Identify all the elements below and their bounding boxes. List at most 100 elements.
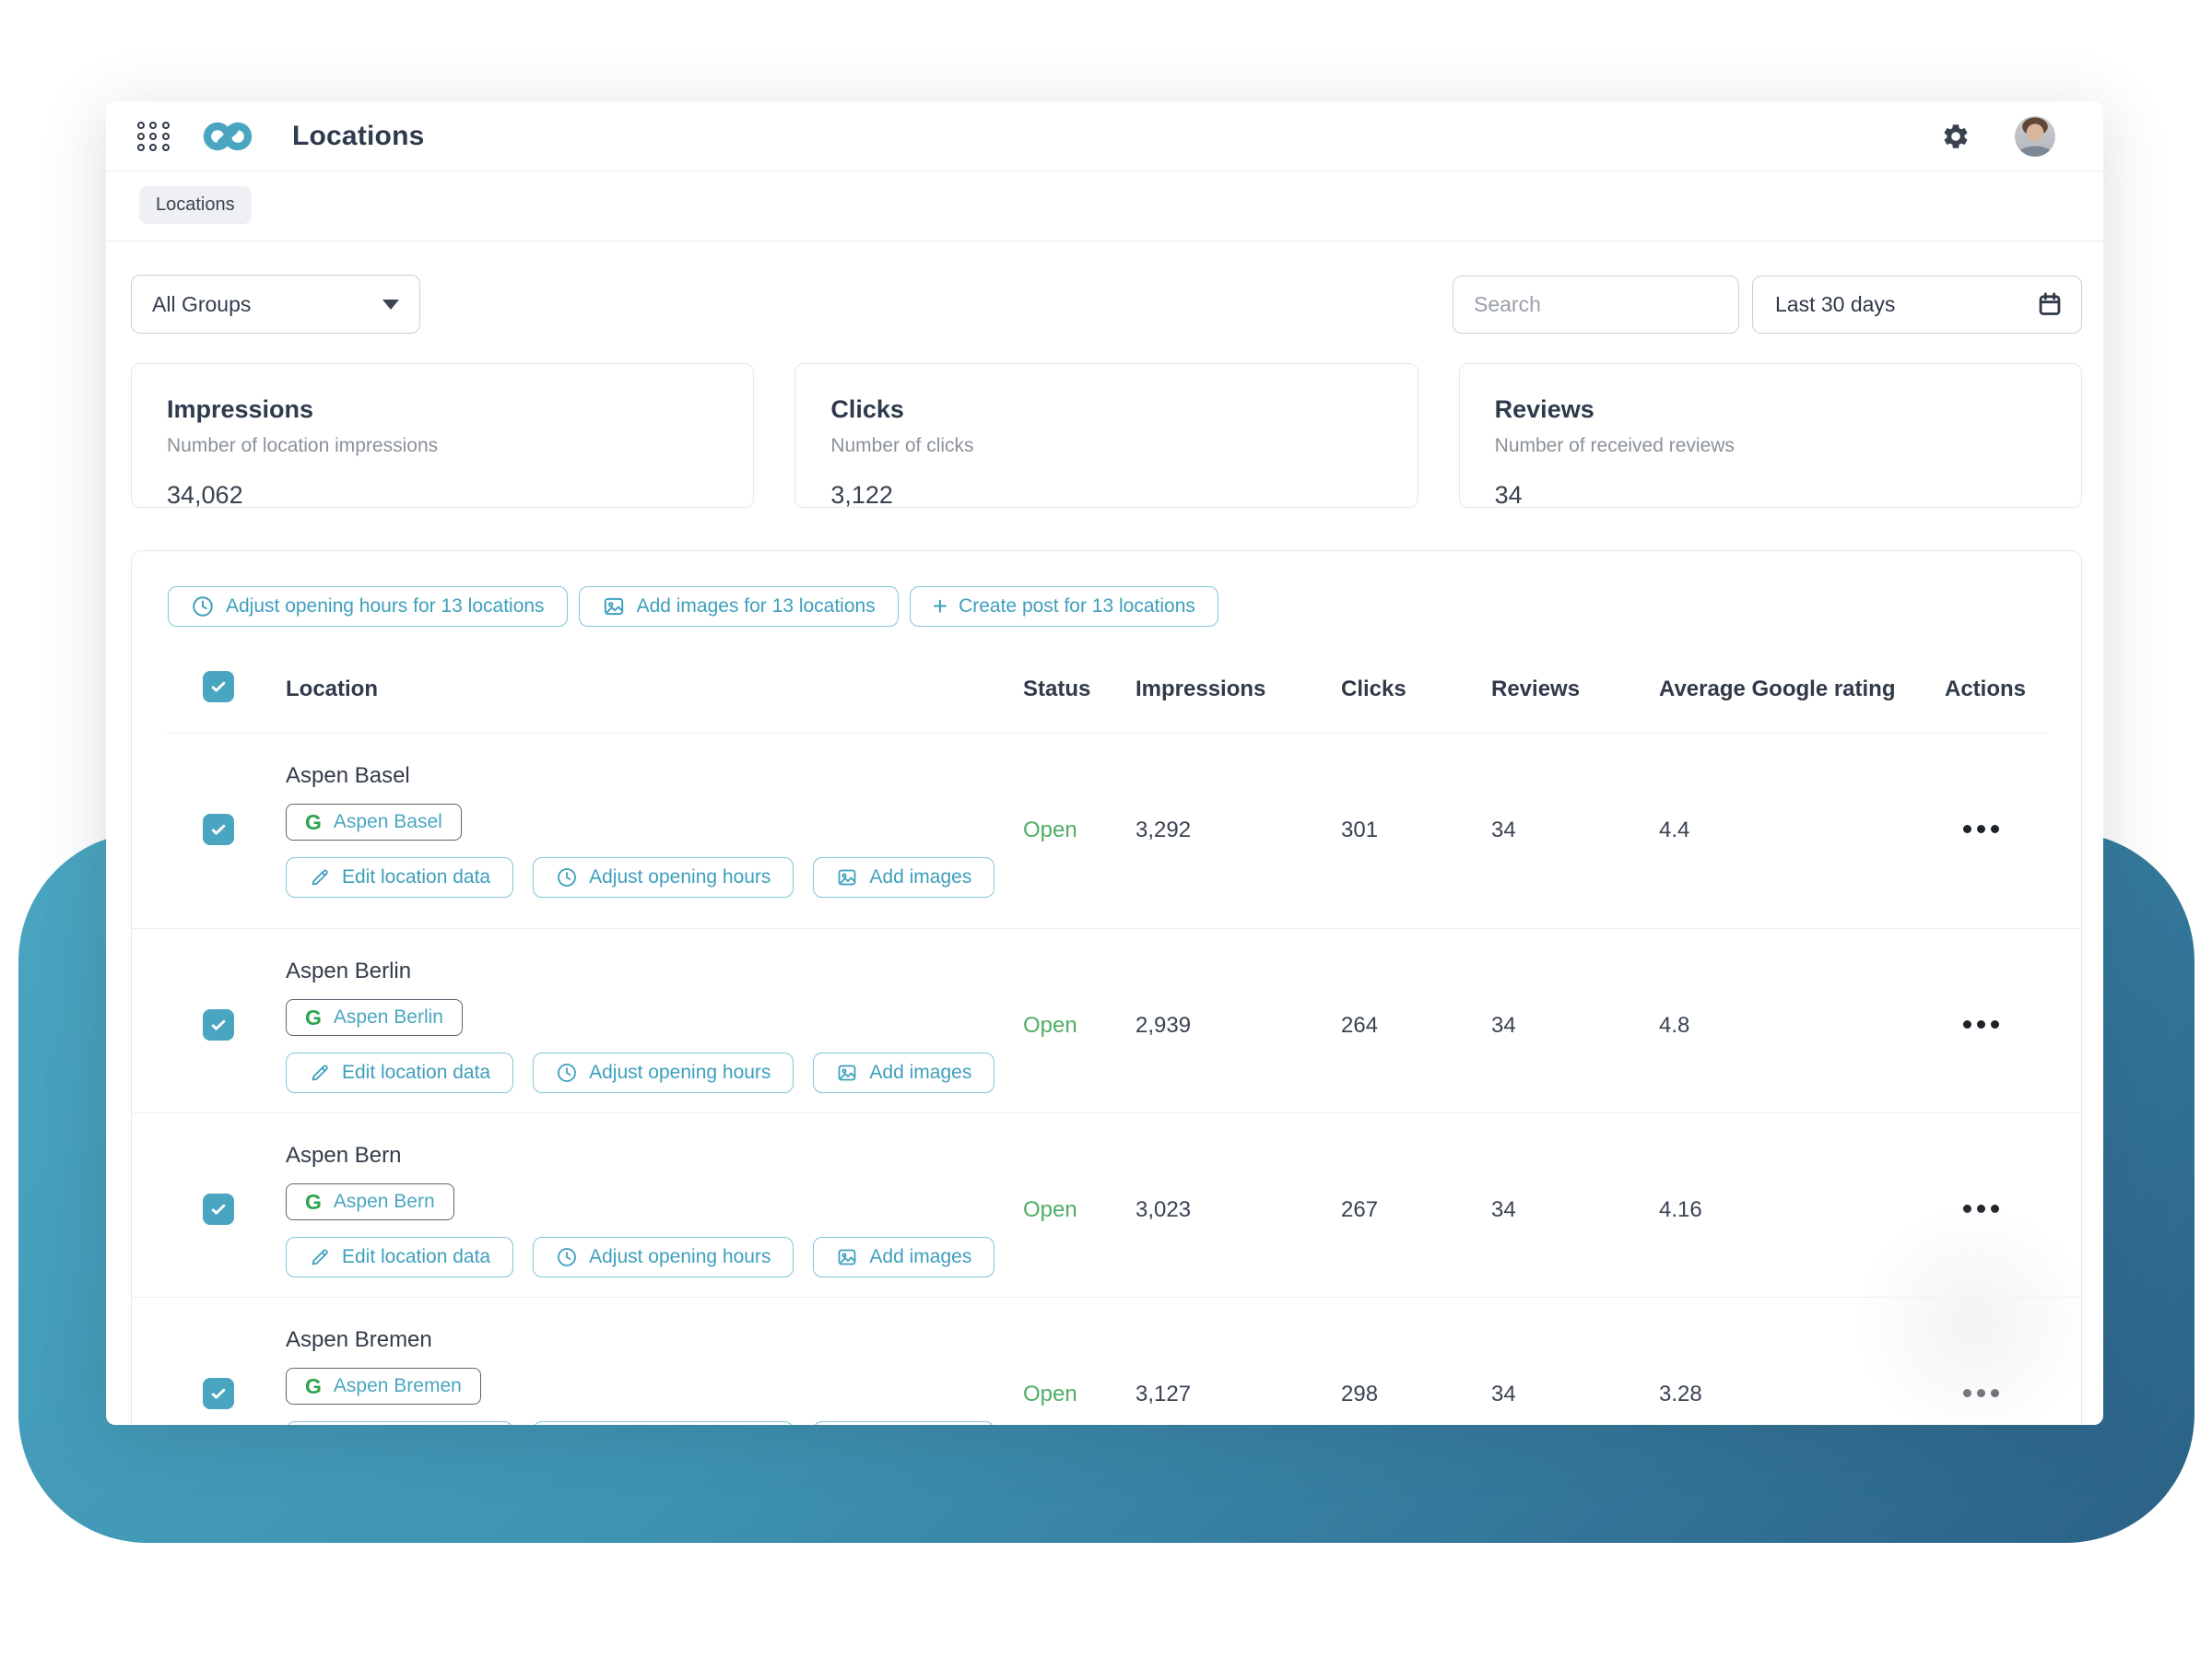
status-badge: Open: [1023, 1197, 1077, 1223]
add-images-button[interactable]: Add images: [813, 857, 994, 898]
clicks-value: 298: [1341, 1382, 1378, 1407]
column-header-clicks: Clicks: [1341, 677, 1406, 702]
add-images-button[interactable]: Add images: [813, 1237, 994, 1277]
stat-cards: Impressions Number of location impressio…: [106, 334, 2103, 508]
google-profile-badge[interactable]: G Aspen Bremen: [286, 1368, 481, 1405]
edit-location-button[interactable]: Edit location data: [286, 857, 513, 898]
settings-gear-icon[interactable]: [1941, 122, 1971, 151]
row-button-label: Edit location data: [342, 1062, 490, 1084]
status-badge: Open: [1023, 818, 1077, 843]
add-images-button[interactable]: Add images: [813, 1421, 994, 1425]
adjust-hours-button[interactable]: Adjust opening hours: [533, 1237, 794, 1277]
google-badge-label: Aspen Berlin: [334, 1006, 443, 1029]
google-profile-badge[interactable]: G Aspen Bern: [286, 1183, 454, 1220]
date-range-value: Last 30 days: [1775, 292, 2037, 317]
stat-subtitle: Number of clicks: [830, 435, 1382, 457]
adjust-hours-button[interactable]: Adjust opening hours: [533, 1421, 794, 1425]
rating-value: 3.28: [1659, 1382, 1702, 1407]
select-all-checkbox[interactable]: [203, 671, 234, 702]
bulk-adjust-hours-button[interactable]: Adjust opening hours for 13 locations: [168, 586, 568, 627]
stat-value: 34: [1495, 481, 2046, 510]
bulk-add-images-button[interactable]: Add images for 13 locations: [579, 586, 899, 627]
pencil-icon: [309, 1246, 331, 1268]
plus-icon: +: [933, 597, 947, 616]
top-bar: Locations: [106, 101, 2103, 171]
adjust-hours-button[interactable]: Adjust opening hours: [533, 1053, 794, 1093]
stat-card-clicks: Clicks Number of clicks 3,122: [794, 363, 1418, 508]
edit-location-button[interactable]: Edit location data: [286, 1237, 513, 1277]
location-name: Aspen Basel: [286, 763, 994, 789]
google-profile-badge[interactable]: G Aspen Berlin: [286, 999, 463, 1036]
column-header-reviews: Reviews: [1491, 677, 1580, 702]
bulk-button-label: Add images for 13 locations: [637, 595, 876, 618]
impressions-value: 2,939: [1135, 1013, 1191, 1039]
edit-location-button[interactable]: Edit location data: [286, 1053, 513, 1093]
bulk-create-post-button[interactable]: + Create post for 13 locations: [910, 586, 1218, 627]
date-range-picker[interactable]: Last 30 days: [1752, 276, 2082, 334]
bulk-button-label: Create post for 13 locations: [959, 595, 1195, 618]
status-badge: Open: [1023, 1382, 1077, 1407]
row-menu-icon[interactable]: [1963, 1020, 1999, 1029]
rating-value: 4.4: [1659, 818, 1689, 843]
rating-value: 4.8: [1659, 1013, 1689, 1039]
row-checkbox[interactable]: [203, 1378, 234, 1409]
row-menu-icon[interactable]: [1963, 1205, 1999, 1213]
stat-card-impressions: Impressions Number of location impressio…: [131, 363, 754, 508]
pencil-icon: [309, 866, 331, 888]
reviews-value: 34: [1491, 1013, 1516, 1039]
row-button-label: Add images: [869, 1062, 971, 1084]
row-button-label: Edit location data: [342, 866, 490, 888]
row-checkbox[interactable]: [203, 814, 234, 845]
google-profile-badge[interactable]: G Aspen Basel: [286, 804, 462, 841]
bulk-button-label: Adjust opening hours for 13 locations: [226, 595, 545, 618]
row-button-label: Edit location data: [342, 1246, 490, 1268]
image-icon: [836, 1246, 858, 1268]
group-selector-value: All Groups: [152, 292, 382, 317]
reviews-value: 34: [1491, 818, 1516, 843]
app-window: Locations Locations All Groups Last 30 d…: [106, 101, 2103, 1425]
table-row: Aspen Bern G Aspen Bern Edit location da…: [132, 1113, 2081, 1298]
edit-location-button[interactable]: Edit location data: [286, 1421, 513, 1425]
adjust-hours-button[interactable]: Adjust opening hours: [533, 857, 794, 898]
stat-subtitle: Number of received reviews: [1495, 435, 2046, 457]
google-badge-label: Aspen Bern: [334, 1191, 435, 1213]
search-input[interactable]: [1453, 276, 1739, 334]
row-button-label: Adjust opening hours: [589, 1246, 771, 1268]
table-header: Location Status Impressions Clicks Revie…: [132, 645, 2081, 734]
table-row: Aspen Berlin G Aspen Berlin Edit locatio…: [132, 929, 2081, 1113]
group-selector[interactable]: All Groups: [131, 275, 420, 334]
column-header-actions: Actions: [1945, 677, 2026, 702]
breadcrumb-item-locations[interactable]: Locations: [139, 186, 252, 224]
location-name: Aspen Bern: [286, 1143, 994, 1169]
impressions-value: 3,292: [1135, 818, 1191, 843]
row-button-label: Add images: [869, 866, 971, 888]
clicks-value: 267: [1341, 1197, 1378, 1223]
rating-value: 4.16: [1659, 1197, 1702, 1223]
row-checkbox[interactable]: [203, 1009, 234, 1041]
add-images-button[interactable]: Add images: [813, 1053, 994, 1093]
locations-table-card: Adjust opening hours for 13 locations Ad…: [131, 550, 2082, 1425]
google-badge-label: Aspen Basel: [334, 811, 442, 833]
location-name: Aspen Berlin: [286, 959, 994, 984]
row-button-label: Adjust opening hours: [589, 1062, 771, 1084]
brand-logo-icon[interactable]: [202, 116, 253, 157]
clicks-value: 301: [1341, 818, 1378, 843]
user-avatar[interactable]: [2015, 116, 2055, 157]
google-g-icon: G: [305, 1374, 322, 1399]
column-header-rating: Average Google rating: [1659, 677, 1896, 702]
image-icon: [836, 1062, 858, 1084]
stat-title: Reviews: [1495, 395, 2046, 424]
stat-title: Impressions: [167, 395, 718, 424]
stat-title: Clicks: [830, 395, 1382, 424]
clicks-value: 264: [1341, 1013, 1378, 1039]
app-grid-icon[interactable]: [137, 122, 171, 151]
row-checkbox[interactable]: [203, 1194, 234, 1225]
google-g-icon: G: [305, 1190, 322, 1215]
row-menu-icon[interactable]: [1963, 825, 1999, 833]
bulk-actions: Adjust opening hours for 13 locations Ad…: [132, 551, 2081, 627]
stat-value: 3,122: [830, 481, 1382, 510]
google-g-icon: G: [305, 1006, 322, 1030]
image-icon: [836, 866, 858, 888]
row-menu-icon[interactable]: [1963, 1389, 1999, 1397]
google-g-icon: G: [305, 810, 322, 835]
